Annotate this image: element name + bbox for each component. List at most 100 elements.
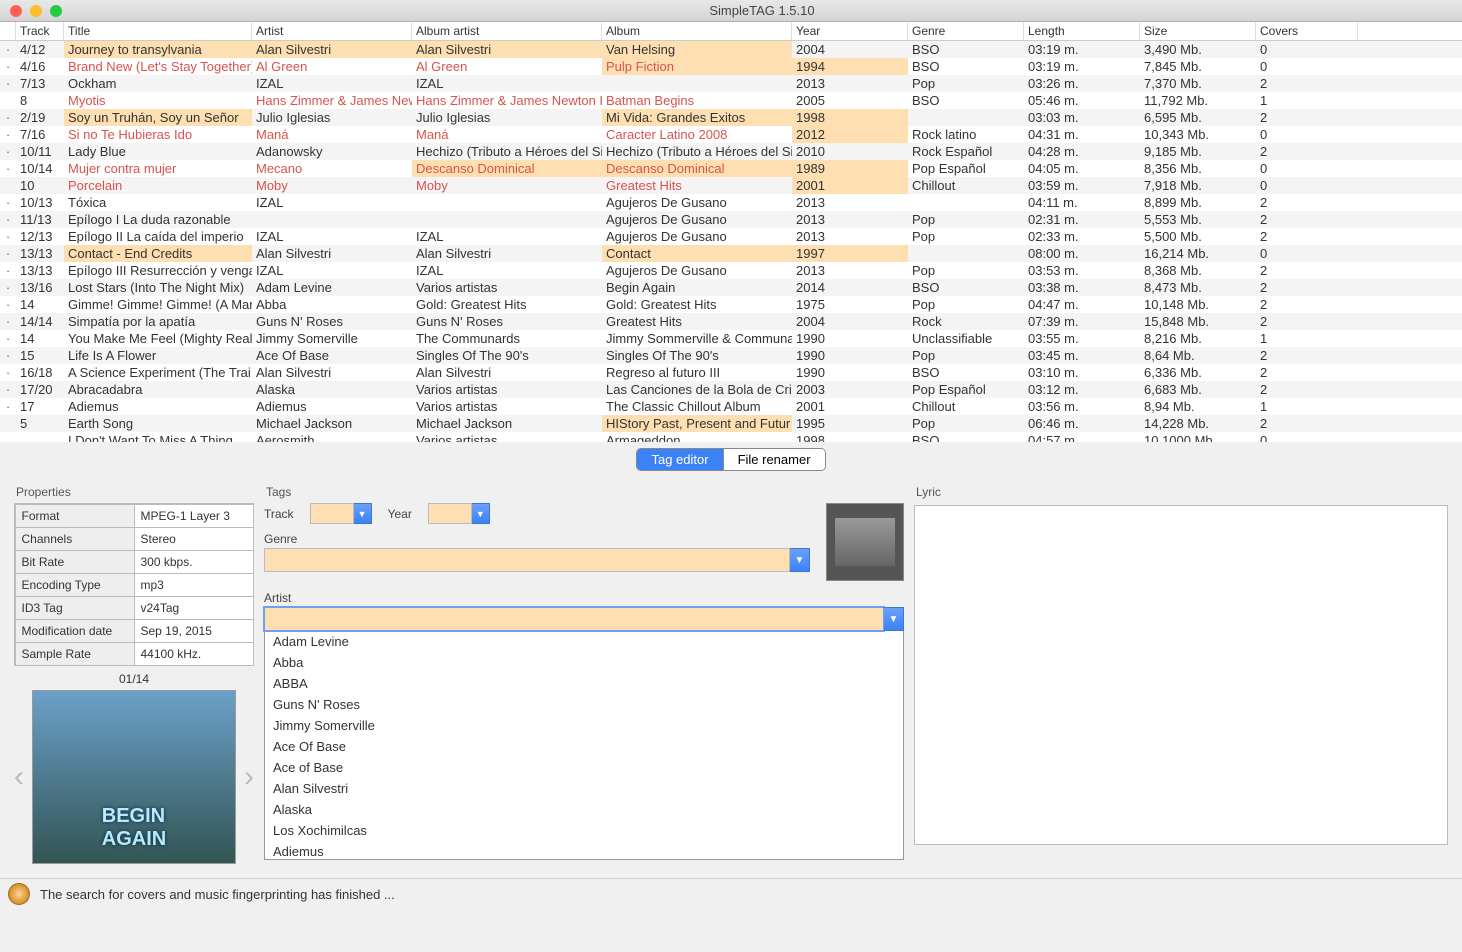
table-row[interactable]: ·17/20AbracadabraAlaskaVarios artistasLa… [0,381,1462,398]
chevron-down-icon[interactable]: ▼ [790,548,810,572]
genre-combo[interactable]: ▼ [264,548,810,572]
cell-size: 14,228 Mb. [1140,415,1256,432]
cell-albumartist: Varios artistas [412,398,602,415]
table-row[interactable]: ·4/12Journey to transylvaniaAlan Silvest… [0,41,1462,58]
cell-artist: IZAL [252,228,412,245]
cell-year: 2004 [792,313,908,330]
year-label: Year [388,507,412,521]
table-row[interactable]: ·7/13OckhamIZALIZAL2013Pop03:26 m.7,370 … [0,75,1462,92]
column-header[interactable]: Genre [908,22,1024,40]
table-row[interactable]: ·13/16Lost Stars (Into The Night Mix)Ada… [0,279,1462,296]
zoom-window-button[interactable] [50,5,62,17]
cell-length: 04:28 m. [1024,143,1140,160]
artist-option[interactable]: Ace Of Base [265,736,903,757]
table-row[interactable]: ·16/18A Science Experiment (The TraiAlan… [0,364,1462,381]
table-row[interactable]: 5Earth SongMichael JacksonMichael Jackso… [0,415,1462,432]
table-row[interactable]: ·10/13TóxicaIZALAgujeros De Gusano201304… [0,194,1462,211]
cell-genre: BSO [908,364,1024,381]
track-combo[interactable]: ▼ [310,503,372,524]
table-row[interactable]: ·10/14Mujer contra mujerMecanoDescanso D… [0,160,1462,177]
cover-next-button[interactable]: › [244,760,254,794]
table-row[interactable]: ·15Life Is A FlowerAce Of BaseSingles Of… [0,347,1462,364]
artist-option[interactable]: Adam Levine [265,631,903,652]
cover-prev-button[interactable]: ‹ [14,760,24,794]
column-header[interactable]: Artist [252,22,412,40]
genre-input[interactable] [264,548,790,572]
cell-album: Contact [602,245,792,262]
table-row[interactable]: I Don't Want To Miss A ThingAerosmithVar… [0,432,1462,442]
cell-size: 8,64 Mb. [1140,347,1256,364]
artist-option[interactable]: Adiemus [265,841,903,860]
table-row[interactable]: ·14You Make Me Feel (Mighty Real)Jimmy S… [0,330,1462,347]
cell-title: Ockham [64,75,252,92]
cell-artist: Abba [252,296,412,313]
cell-title: Simpatía por la apatía [64,313,252,330]
column-header[interactable]: Length [1024,22,1140,40]
column-header[interactable]: Title [64,22,252,40]
cell-track: 11/13 [16,211,64,228]
cell-dot: · [0,58,16,75]
cell-length: 03:45 m. [1024,347,1140,364]
cell-covers: 0 [1256,177,1358,194]
artist-option[interactable]: Alan Silvestri [265,778,903,799]
cell-year: 1998 [792,432,908,442]
table-row[interactable]: ·7/16Si no Te Hubieras IdoManáManáCaract… [0,126,1462,143]
artist-combo[interactable]: ▼ [264,607,904,631]
artist-dropdown-list[interactable]: Adam LevineAbbaABBAGuns N' RosesJimmy So… [264,630,904,860]
column-header[interactable]: Size [1140,22,1256,40]
cell-album: Agujeros De Gusano [602,262,792,279]
artist-option[interactable]: Jimmy Somerville [265,715,903,736]
cell-year: 1994 [792,58,908,75]
table-row[interactable]: 10PorcelainMobyMobyGreatest Hits2001Chil… [0,177,1462,194]
artist-option[interactable]: Abba [265,652,903,673]
table-row[interactable]: ·11/13Epílogo I La duda razonableAgujero… [0,211,1462,228]
year-combo[interactable]: ▼ [428,503,490,524]
chevron-down-icon[interactable]: ▼ [884,607,904,631]
column-header[interactable]: Year [792,22,908,40]
cell-size: 5,500 Mb. [1140,228,1256,245]
artist-option[interactable]: Los Xochimilcas [265,820,903,841]
artist-option[interactable]: ABBA [265,673,903,694]
cell-album: The Classic Chillout Album [602,398,792,415]
artist-input[interactable] [264,607,884,631]
cover-art[interactable]: BEGINAGAIN [32,690,236,864]
cell-dot: · [0,381,16,398]
lyric-textarea[interactable] [914,505,1448,845]
artist-option[interactable]: Alaska [265,799,903,820]
cell-albumartist: Alan Silvestri [412,245,602,262]
cell-dot: · [0,194,16,211]
table-row[interactable]: ·12/13Epílogo II La caída del imperioIZA… [0,228,1462,245]
chevron-down-icon[interactable]: ▼ [472,503,490,524]
minimize-window-button[interactable] [30,5,42,17]
table-row[interactable]: ·13/13Epílogo III Resurrección y vengaIZ… [0,262,1462,279]
column-header[interactable] [0,22,16,40]
artist-option[interactable]: Guns N' Roses [265,694,903,715]
column-header[interactable]: Album [602,22,792,40]
embedded-art-thumb[interactable] [826,503,904,581]
table-row[interactable]: ·4/16Brand New (Let's Stay Together)Al G… [0,58,1462,75]
cell-album [602,75,792,92]
table-row[interactable]: ·13/13Contact - End CreditsAlan Silvestr… [0,245,1462,262]
table-row[interactable]: ·10/11Lady BlueAdanowskyHechizo (Tributo… [0,143,1462,160]
table-row[interactable]: ·2/19Soy un Truhán, Soy un SeñorJulio Ig… [0,109,1462,126]
tab-file-renamer[interactable]: File renamer [724,449,825,470]
cell-length: 04:57 m. [1024,432,1140,442]
tab-tag-editor[interactable]: Tag editor [637,449,723,470]
close-window-button[interactable] [10,5,22,17]
column-header[interactable]: Track [16,22,64,40]
table-row[interactable]: ·17AdiemusAdiemusVarios artistasThe Clas… [0,398,1462,415]
column-header[interactable]: Covers [1256,22,1358,40]
cell-track [16,432,64,442]
column-header[interactable]: Album artist [412,22,602,40]
cell-covers: 2 [1256,364,1358,381]
table-row[interactable]: ·14Gimme! Gimme! Gimme! (A ManAbbaGold: … [0,296,1462,313]
artist-option[interactable]: Ace of Base [265,757,903,778]
track-input[interactable] [310,503,354,524]
cell-title: Brand New (Let's Stay Together) [64,58,252,75]
chevron-down-icon[interactable]: ▼ [354,503,372,524]
table-row[interactable]: 8MyotisHans Zimmer & James NewHans Zimme… [0,92,1462,109]
year-input[interactable] [428,503,472,524]
table-row[interactable]: ·14/14Simpatía por la apatíaGuns N' Rose… [0,313,1462,330]
cell-albumartist: Varios artistas [412,279,602,296]
cell-artist: Moby [252,177,412,194]
